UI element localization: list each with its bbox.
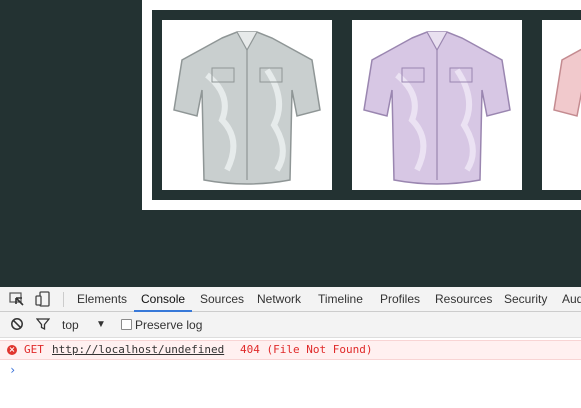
tab-network[interactable]: Network: [257, 287, 301, 311]
error-url-link[interactable]: http://localhost/undefined: [52, 341, 224, 359]
tab-elements[interactable]: Elements: [77, 287, 127, 311]
tab-timeline[interactable]: Timeline: [318, 287, 363, 311]
product-card-lavender-shirt[interactable]: [352, 20, 522, 190]
tab-sources[interactable]: Sources: [200, 287, 244, 311]
error-icon: ×: [7, 345, 17, 355]
shirt-shape: [553, 48, 581, 117]
dropdown-arrow-icon[interactable]: ▼: [96, 317, 106, 333]
product-carousel: [152, 10, 581, 200]
console-error-message: × GET http://localhost/undefined 404 (Fi…: [0, 340, 581, 360]
console-prompt[interactable]: ›: [9, 363, 16, 377]
lavender-shirt-image: [363, 31, 511, 185]
devtools-tabbar: Elements Console Sources Network Timelin…: [0, 287, 581, 312]
tab-security[interactable]: Security: [504, 287, 547, 311]
tab-resources[interactable]: Resources: [435, 287, 492, 311]
clear-console-icon[interactable]: [10, 317, 24, 331]
error-status: 404 (File Not Found): [240, 343, 373, 356]
devtools-panel: Elements Console Sources Network Timelin…: [0, 287, 581, 408]
error-method: GET: [24, 343, 44, 356]
console-filter-bar: top ▼ Preserve log: [0, 312, 581, 338]
tab-console[interactable]: Console: [134, 287, 193, 312]
product-card-grey-shirt[interactable]: [162, 20, 332, 190]
product-card-pink-shirt[interactable]: [542, 20, 581, 190]
pink-shirt-image: [553, 48, 581, 117]
filter-icon[interactable]: [35, 317, 51, 331]
shirt-shape: [363, 31, 511, 185]
tab-separator: [63, 292, 64, 307]
tab-audits[interactable]: Audits: [562, 287, 581, 311]
preserve-log-label: Preserve log: [135, 318, 203, 332]
tab-profiles[interactable]: Profiles: [380, 287, 420, 311]
context-select[interactable]: top: [62, 317, 79, 333]
device-mode-icon[interactable]: [34, 290, 52, 308]
preserve-log-checkbox[interactable]: [121, 319, 132, 330]
shirt-shape: [173, 31, 321, 185]
inspect-element-icon[interactable]: [8, 290, 26, 308]
grey-shirt-image: [173, 31, 321, 185]
